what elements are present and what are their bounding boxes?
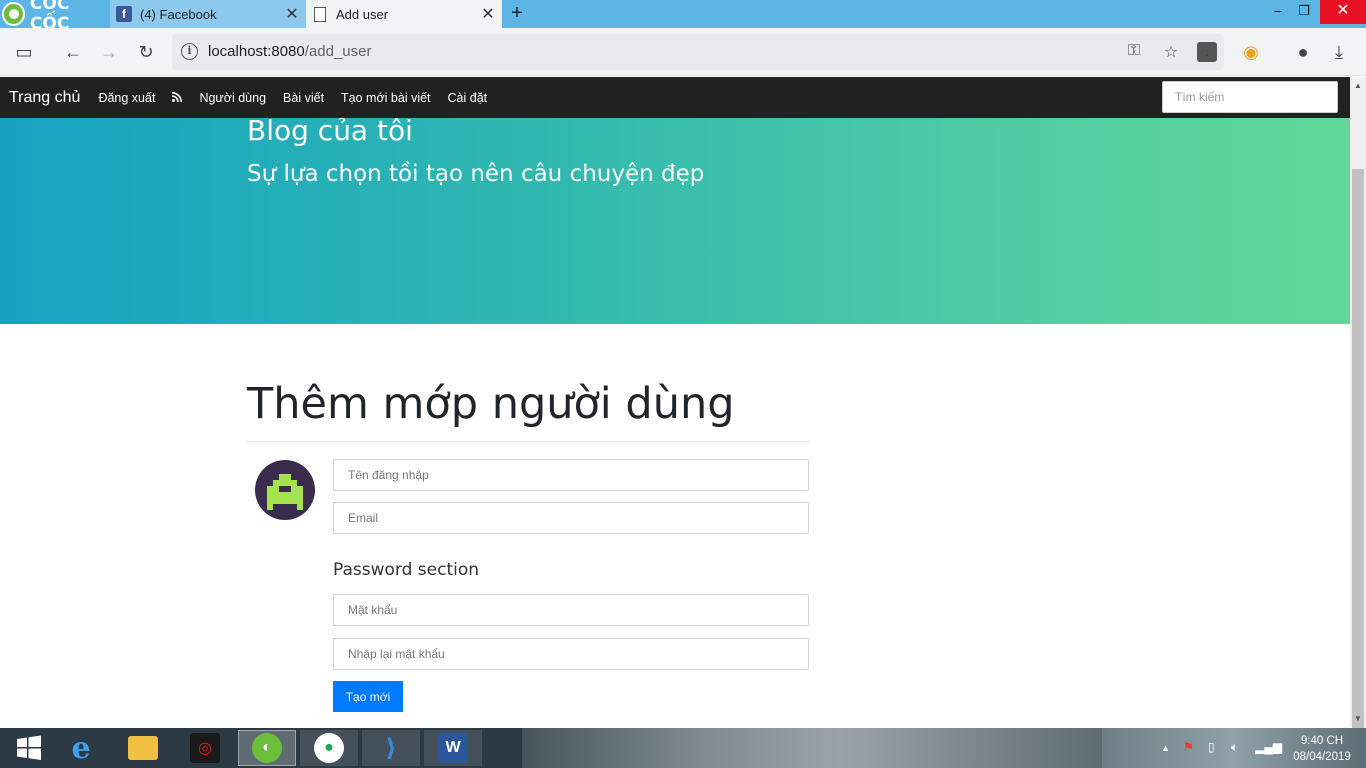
coccoc-logo-icon (2, 2, 25, 26)
minimize-button[interactable]: ‒ (1265, 0, 1291, 24)
address-bar[interactable]: i localhost:8080/add_user ⚿ ☆ ↓ (172, 34, 1224, 70)
close-tab-icon[interactable]: ✕ (282, 4, 302, 24)
bookmark-star-icon[interactable]: ☆ (1161, 42, 1181, 62)
password-confirm-field[interactable] (333, 638, 809, 670)
reload-icon[interactable]: ↻ (134, 40, 158, 64)
browser-brand[interactable]: CỐC CỐC (0, 0, 110, 34)
network-icon[interactable]: ▂▄▆ (1255, 740, 1282, 754)
facebook-icon: f (116, 6, 132, 22)
url-text[interactable]: localhost:8080/add_user (208, 43, 371, 60)
divider (247, 441, 809, 442)
sidebar-toggle-icon[interactable]: ▭ (12, 40, 36, 64)
tab-title: (4) Facebook (140, 6, 217, 22)
blog-subtitle: Sự lựa chọn tồi tạo nên câu chuyện đẹp (247, 161, 705, 187)
scroll-up-icon[interactable]: ▲ (1353, 81, 1363, 90)
system-clock[interactable]: 9:40 CH 08/04/2019 (1282, 733, 1362, 765)
internet-explorer-icon[interactable]: e (52, 730, 110, 766)
windows-taskbar: e ◎ ◐ ● ⟩ W ▲ ⚑ ▯ 🔈︎ ▂▄▆ 9:40 CH 08/04/2… (0, 728, 1366, 768)
url-path: /add_user (304, 43, 372, 60)
clock-time: 9:40 CH (1300, 735, 1344, 747)
avatar (255, 460, 315, 520)
restore-button[interactable]: ❐ (1291, 0, 1317, 24)
space-invader-icon (267, 474, 303, 510)
downloads-icon[interactable]: ⤓ (1327, 40, 1351, 64)
browser-tab-strip: CỐC CỐC f (4) Facebook ✕ Add user ✕ + ‒ … (0, 0, 1366, 34)
download-page-icon[interactable]: ↓ (1197, 42, 1217, 62)
browser-toolbar: ▭ ← → ↻ i localhost:8080/add_user ⚿ ☆ ↓ … (0, 28, 1366, 76)
nav-users-link[interactable]: Người dùng (199, 91, 266, 105)
password-section-heading: Password section (333, 560, 480, 580)
coccoc-taskbar-icon[interactable]: ◐ (238, 730, 296, 766)
nav-posts-link[interactable]: Bài viết (283, 91, 324, 105)
close-tab-icon[interactable]: ✕ (478, 4, 498, 24)
show-hidden-icons-icon[interactable]: ▲ (1161, 743, 1170, 753)
create-button[interactable]: Tạo mới (333, 681, 403, 712)
blog-title: Blog của tôi (247, 114, 413, 147)
email-field[interactable] (333, 502, 809, 534)
username-field[interactable] (333, 459, 809, 491)
power-icon[interactable]: ▯ (1208, 740, 1215, 754)
windows-logo-icon (17, 735, 41, 760)
mongodb-compass-icon[interactable]: ● (300, 730, 358, 766)
url-host: localhost:8080 (208, 43, 305, 60)
hero-banner: Blog của tôi Sự lựa chọn tồi tạo nên câu… (0, 114, 1350, 324)
garena-icon[interactable]: ◎ (176, 730, 234, 766)
volume-icon[interactable]: 🔈︎ (1231, 740, 1238, 755)
nav-settings-link[interactable]: Cài đặt (448, 91, 488, 105)
password-field[interactable] (333, 594, 809, 626)
taskbar-background (522, 728, 1102, 768)
key-icon[interactable]: ⚿ (1124, 42, 1144, 62)
nav-home-link[interactable]: Trang chủ (9, 89, 80, 107)
nav-new-post-link[interactable]: Tạo mới bài viết (341, 91, 430, 105)
site-info-icon[interactable]: i (181, 43, 198, 60)
tab-title: Add user (336, 6, 389, 22)
coccoc-extension-icon[interactable]: ◉ (1239, 40, 1263, 64)
new-tab-button[interactable]: + (506, 2, 528, 26)
close-window-button[interactable]: ✕ (1320, 0, 1366, 24)
scroll-down-icon[interactable]: ▼ (1353, 714, 1363, 723)
search-input[interactable] (1162, 81, 1338, 113)
page-icon (314, 6, 326, 22)
site-navbar: Trang chủ Đăng xuất Người dùng Bài viết … (0, 77, 1350, 118)
start-button[interactable] (0, 730, 58, 766)
word-icon[interactable]: W (424, 730, 482, 766)
profile-icon[interactable]: ● (1291, 40, 1315, 64)
file-explorer-icon[interactable] (114, 730, 172, 766)
vscode-icon[interactable]: ⟩ (362, 730, 420, 766)
tab-facebook[interactable]: f (4) Facebook ✕ (110, 0, 306, 28)
scrollbar-thumb[interactable] (1352, 169, 1364, 729)
page-title: Thêm mớp người dùng (247, 379, 735, 429)
tab-add-user[interactable]: Add user ✕ (306, 0, 502, 28)
clock-date: 08/04/2019 (1293, 751, 1351, 763)
back-icon[interactable]: ← (61, 40, 85, 64)
page-viewport: Trang chủ Đăng xuất Người dùng Bài viết … (0, 77, 1350, 727)
nav-logout-link[interactable]: Đăng xuất (98, 91, 155, 105)
flag-icon[interactable]: ⚑ (1183, 740, 1194, 754)
page-scrollbar[interactable]: ▲ ▼ (1350, 77, 1366, 729)
rss-icon[interactable] (172, 91, 183, 105)
forward-icon[interactable]: → (97, 40, 121, 64)
